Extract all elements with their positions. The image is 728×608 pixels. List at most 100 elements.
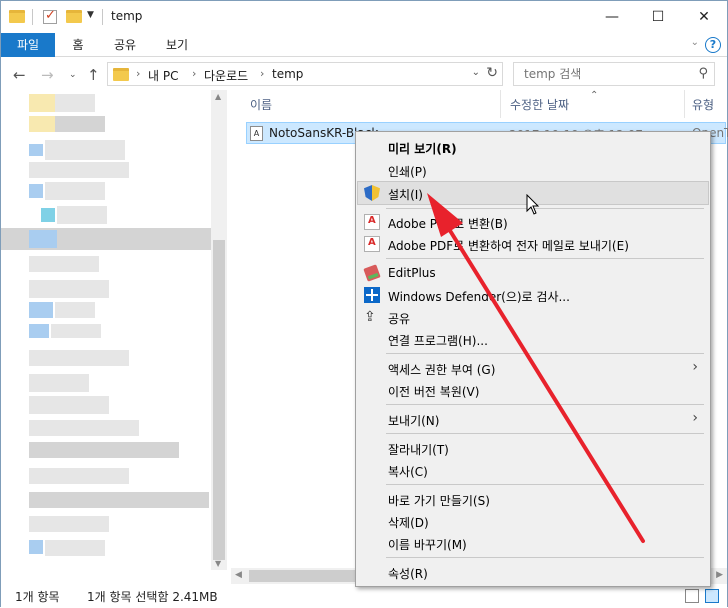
nav-item-blurred[interactable] (51, 324, 101, 338)
submenu-chevron-icon: › (692, 410, 698, 426)
nav-item-blurred[interactable] (29, 516, 109, 532)
tab-view[interactable]: 보기 (157, 33, 197, 57)
nav-item-blurred[interactable] (45, 182, 105, 200)
menu-item-delete[interactable]: 삭제(D) (358, 510, 708, 532)
menu-item-send-to[interactable]: 보내기(N) › (358, 408, 708, 430)
nav-pane-scrollbar[interactable]: ▲ ▼ (211, 90, 227, 570)
search-box[interactable]: ⚲ (513, 62, 715, 86)
menu-item-preview[interactable]: 미리 보기(R) (358, 136, 708, 158)
up-arrow-icon[interactable]: ↑ (87, 66, 100, 84)
column-divider[interactable] (500, 90, 501, 118)
search-input[interactable] (514, 63, 690, 85)
uac-shield-icon (364, 185, 380, 201)
menu-item-editplus[interactable]: EditPlus (358, 262, 708, 284)
nav-item-blurred[interactable] (29, 396, 109, 414)
menu-item-label: 액세스 권한 부여 (G) (388, 363, 496, 377)
menu-item-create-shortcut[interactable]: 바로 가기 만들기(S) (358, 488, 708, 510)
help-icon[interactable]: ? (705, 37, 721, 53)
menu-item-copy[interactable]: 복사(C) (358, 459, 708, 481)
menu-item-give-access[interactable]: 액세스 권한 부여 (G) › (358, 357, 708, 379)
chevron-right-icon[interactable]: › (136, 67, 140, 80)
menu-item-properties[interactable]: 속성(R) (358, 561, 708, 583)
address-dropdown-icon[interactable]: ⌄ (472, 67, 480, 78)
nav-item-blurred[interactable] (29, 94, 55, 112)
properties-check-icon[interactable] (43, 8, 57, 24)
title-bar[interactable]: ▼ temp — ☐ ✕ (1, 1, 727, 33)
nav-item-blurred[interactable] (55, 116, 105, 132)
menu-item-label: 바로 가기 만들기(S) (388, 494, 490, 508)
quick-access-dropdown-icon[interactable]: ▼ (87, 10, 94, 20)
menu-item-label: 속성(R) (388, 567, 428, 581)
nav-item-blurred[interactable] (29, 162, 129, 178)
scroll-left-icon[interactable]: ◀ (235, 570, 242, 580)
menu-item-label: 연결 프로그램(H)... (388, 334, 488, 348)
nav-item-blurred[interactable] (29, 350, 129, 366)
scrollbar-thumb[interactable] (213, 240, 225, 560)
nav-item-blurred[interactable] (45, 540, 105, 556)
nav-item-blurred[interactable] (29, 116, 55, 132)
menu-item-label: Adobe PDF로 변환하여 전자 메일로 보내기(E) (388, 239, 629, 253)
forward-arrow-icon[interactable]: → (41, 66, 54, 84)
tab-share[interactable]: 공유 (105, 33, 145, 57)
nav-item-blurred[interactable] (29, 468, 129, 484)
ribbon-expand-icon[interactable]: ⌄ (691, 37, 699, 48)
column-divider[interactable] (684, 90, 685, 118)
column-header-name[interactable]: 이름 (250, 96, 272, 113)
navigation-pane[interactable] (1, 90, 227, 570)
recent-locations-chevron-icon[interactable]: ⌄ (69, 70, 77, 80)
menu-item-print[interactable]: 인쇄(P) (358, 159, 708, 181)
menu-item-restore-previous[interactable]: 이전 버전 복원(V) (358, 379, 708, 401)
nav-item-blurred[interactable] (29, 230, 57, 248)
nav-item-blurred[interactable] (29, 540, 43, 554)
scroll-down-icon[interactable]: ▼ (215, 559, 221, 568)
menu-item-windows-defender[interactable]: Windows Defender(으)로 검사... (358, 284, 708, 306)
nav-item-blurred[interactable] (45, 140, 125, 160)
new-folder-icon[interactable] (66, 10, 82, 23)
nav-item-blurred[interactable] (29, 374, 89, 392)
nav-item-blurred[interactable] (57, 206, 107, 224)
menu-item-cut[interactable]: 잘라내기(T) (358, 437, 708, 459)
nav-item-blurred[interactable] (29, 256, 99, 272)
menu-item-rename[interactable]: 이름 바꾸기(M) (358, 532, 708, 554)
nav-item-blurred[interactable] (29, 184, 43, 198)
nav-item-blurred[interactable] (29, 420, 139, 436)
nav-item-blurred[interactable] (29, 492, 209, 508)
close-button[interactable]: ✕ (681, 1, 727, 32)
nav-item-blurred[interactable] (55, 94, 95, 112)
chevron-right-icon[interactable]: › (260, 67, 264, 80)
nav-item-blurred[interactable] (55, 302, 95, 318)
search-icon[interactable]: ⚲ (698, 66, 708, 81)
folder-icon (113, 68, 129, 81)
address-row: ← → ⌄ ↑ › 내 PC › 다운로드 › temp ⌄ ↻ ⚲ (1, 58, 727, 90)
scroll-right-icon[interactable]: ▶ (716, 570, 723, 580)
refresh-icon[interactable]: ↻ (486, 65, 498, 81)
minimize-button[interactable]: — (589, 1, 635, 32)
nav-item-blurred[interactable] (41, 208, 55, 222)
scroll-up-icon[interactable]: ▲ (215, 92, 221, 101)
large-icons-view-icon[interactable] (705, 589, 719, 603)
nav-item-blurred[interactable] (29, 324, 49, 338)
menu-item-share[interactable]: ⇪ 공유 (358, 306, 708, 328)
column-header-date-modified[interactable]: 수정한 날짜 (510, 96, 569, 113)
breadcrumb-temp[interactable]: temp (272, 67, 303, 81)
chevron-right-icon[interactable]: › (192, 67, 196, 80)
adobe-pdf-mail-icon (364, 236, 380, 252)
menu-item-label: EditPlus (388, 266, 436, 280)
menu-item-label: 공유 (388, 312, 411, 326)
tab-home[interactable]: 홈 (61, 33, 95, 57)
maximize-button[interactable]: ☐ (635, 1, 681, 32)
nav-item-blurred[interactable] (29, 302, 53, 318)
menu-item-open-with[interactable]: 연결 프로그램(H)... (358, 328, 708, 350)
nav-item-blurred[interactable] (29, 442, 179, 458)
tab-file[interactable]: 파일 (1, 33, 55, 57)
details-view-icon[interactable] (685, 589, 699, 603)
nav-item-blurred[interactable] (29, 144, 43, 156)
address-bar[interactable]: › 내 PC › 다운로드 › temp ⌄ ↻ (107, 62, 503, 86)
column-header-type[interactable]: 유형 (692, 96, 714, 113)
breadcrumb-downloads[interactable]: 다운로드 (204, 67, 248, 84)
menu-item-adobe-pdf-email[interactable]: Adobe PDF로 변환하여 전자 메일로 보내기(E) (358, 233, 708, 255)
back-arrow-icon[interactable]: ← (13, 66, 26, 84)
breadcrumb-this-pc[interactable]: 내 PC (148, 67, 178, 84)
nav-item-blurred[interactable] (29, 280, 109, 298)
qa-divider (102, 9, 103, 25)
